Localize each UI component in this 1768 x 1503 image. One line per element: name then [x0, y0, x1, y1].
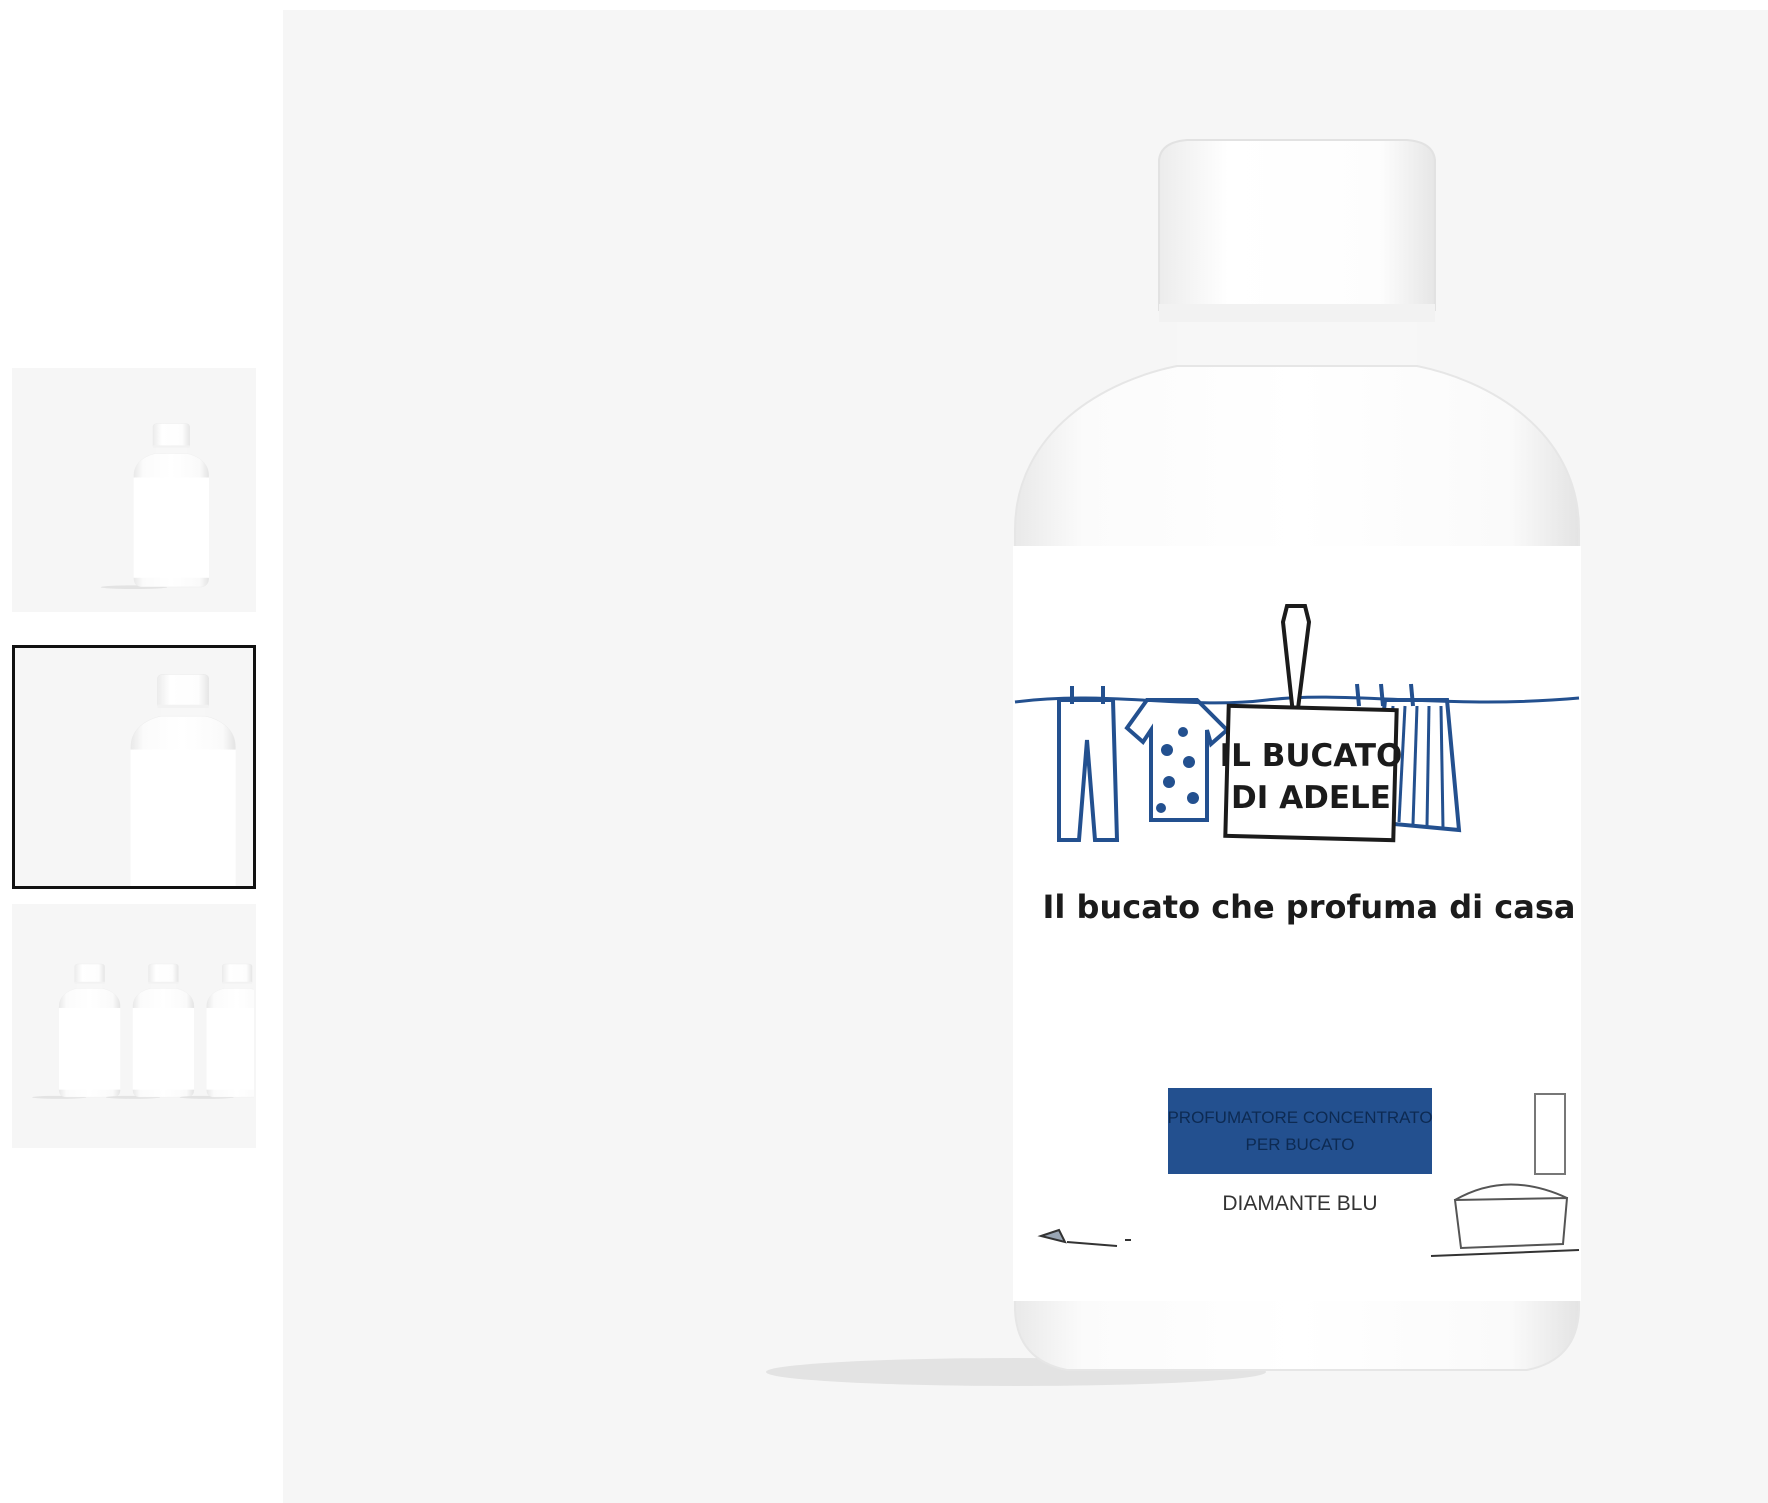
product-bottle: IL BUCATO DI ADELE Il bucato che profuma…	[765, 139, 1582, 1387]
thumbnail-1-image	[100, 423, 210, 590]
product-type-line1: PROFUMATORE CONCENTRATO	[1167, 1108, 1432, 1127]
thumbnail-3-image	[32, 963, 254, 1099]
thumbnail-3[interactable]	[12, 904, 256, 1148]
variant-name: DIAMANTE BLU	[1222, 1192, 1377, 1215]
thumbnail-1[interactable]	[12, 368, 256, 612]
thumbnail-strip	[0, 0, 270, 1503]
product-type-box	[1168, 1088, 1432, 1174]
product-tagline: Il bucato che profuma di casa	[1043, 888, 1576, 926]
product-image-gallery: IL BUCATO DI ADELE Il bucato che profuma…	[0, 0, 1768, 1503]
thumbnail-2-image	[84, 674, 236, 886]
product-type-line2: PER BUCATO	[1246, 1135, 1355, 1154]
main-product-image[interactable]: IL BUCATO DI ADELE Il bucato che profuma…	[283, 10, 1768, 1503]
brand-name-line2: DI ADELE	[1231, 780, 1391, 816]
thumbnail-2[interactable]	[12, 645, 256, 889]
brand-name-line1: IL BUCATO	[1220, 738, 1403, 774]
